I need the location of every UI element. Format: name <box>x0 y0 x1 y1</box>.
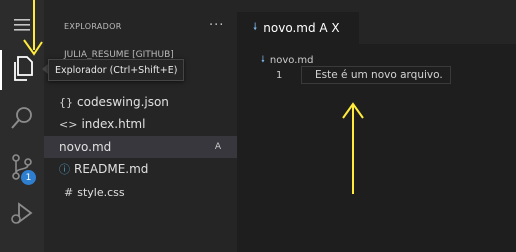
file-name: style.css <box>77 185 125 199</box>
file-item-readme[interactable]: ⓘ README.md <box>59 158 252 180</box>
editor-tab-bar: 🠗 novo.md A X <box>237 0 516 44</box>
tab-novo-md[interactable]: 🠗 novo.md A X <box>237 12 359 44</box>
editor-area[interactable]: 🠗 novo.md 1 Este é um novo arquivo. <box>237 44 516 252</box>
file-item-index[interactable]: <> index.html <box>59 113 252 135</box>
file-item-novo[interactable]: novo.md A <box>44 136 237 158</box>
file-item-style[interactable]: # style.css <box>64 181 257 203</box>
file-item-codeswing[interactable]: {} codeswing.json <box>59 91 252 113</box>
added-status-badge: A <box>214 142 221 152</box>
explorer-sidebar: EXPLORADOR ··· JULIA_RESUME [GITHUB] {} … <box>44 0 237 252</box>
markdown-file-icon: 🠗 <box>253 21 258 33</box>
explorer-title: EXPLORADOR <box>64 22 122 31</box>
file-name: README.md <box>74 162 149 176</box>
file-name: index.html <box>81 117 146 131</box>
html-file-icon: <> <box>59 117 78 131</box>
run-debug-icon[interactable] <box>0 202 44 226</box>
line-text[interactable]: Este é um novo arquivo. <box>315 69 443 81</box>
json-file-icon: {} <box>59 95 73 109</box>
explorer-tooltip: Explorador (Ctrl+Shift+E) <box>48 59 185 81</box>
annotation-arrow-editor <box>342 102 364 194</box>
file-name: codeswing.json <box>77 95 169 109</box>
annotation-arrow-explorer <box>23 0 43 56</box>
tab-label: novo.md A X <box>263 21 340 35</box>
file-name: novo.md <box>59 140 112 154</box>
info-icon: ⓘ <box>59 163 70 176</box>
search-icon[interactable] <box>0 106 44 130</box>
css-file-icon: # <box>64 185 74 199</box>
more-actions-button[interactable]: ··· <box>209 18 224 33</box>
scm-count-badge: 1 <box>21 170 36 185</box>
breadcrumb-label: novo.md <box>269 54 314 66</box>
line-number: 1 <box>276 70 283 81</box>
markdown-file-icon: 🠗 <box>261 55 265 65</box>
